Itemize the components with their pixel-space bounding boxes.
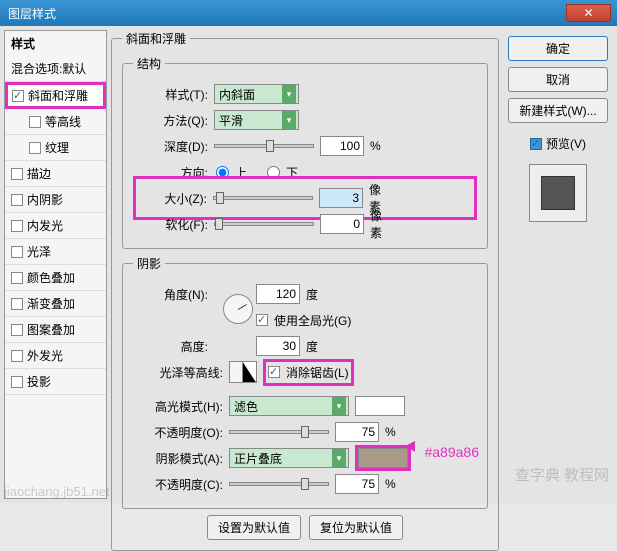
window-title: 图层样式 <box>8 5 56 22</box>
grad-overlay-row[interactable]: 渐变叠加 <box>5 291 106 317</box>
angle-unit: 度 <box>306 286 328 303</box>
bevel-emboss-row[interactable]: 斜面和浮雕 <box>5 82 106 109</box>
altitude-unit: 度 <box>306 338 328 355</box>
highlight-opacity-input[interactable] <box>335 422 379 442</box>
soften-input[interactable] <box>320 214 364 234</box>
inner-shadow-row[interactable]: 内阴影 <box>5 187 106 213</box>
satin-row[interactable]: 光泽 <box>5 239 106 265</box>
close-button[interactable]: ✕ <box>566 4 611 22</box>
altitude-input[interactable] <box>256 336 300 356</box>
right-buttons: 确定 取消 新建样式(W)... 预览(V) <box>503 30 613 499</box>
texture-row[interactable]: 纹理 <box>5 135 106 161</box>
highlight-opacity-label: 不透明度(O): <box>133 424 223 441</box>
soften-slider[interactable] <box>214 222 314 226</box>
gloss-contour-picker[interactable] <box>229 361 257 383</box>
shadow-opacity-input[interactable] <box>335 474 379 494</box>
styles-header: 样式 <box>5 31 106 56</box>
soften-unit: 像素 <box>370 207 392 241</box>
satin-check[interactable] <box>11 246 23 258</box>
preview-label: 预览(V) <box>546 135 586 152</box>
ok-button[interactable]: 确定 <box>508 36 608 61</box>
new-style-button[interactable]: 新建样式(W)... <box>508 98 608 123</box>
highlight-opacity-slider[interactable] <box>229 430 329 434</box>
styles-list: 样式 混合选项:默认 斜面和浮雕 等高线 纹理 描边 内阴影 内发光 光泽 颜色… <box>4 30 107 499</box>
bevel-group-title: 斜面和浮雕 <box>122 30 190 47</box>
pattern-overlay-check[interactable] <box>11 324 23 336</box>
bevel-check[interactable] <box>12 90 24 102</box>
angle-dial[interactable] <box>223 294 253 324</box>
highlight-mode-dropdown[interactable]: 滤色 <box>229 396 349 416</box>
outer-glow-check[interactable] <box>11 350 23 362</box>
drop-shadow-row[interactable]: 投影 <box>5 369 106 395</box>
stroke-check[interactable] <box>11 168 23 180</box>
bevel-group: 斜面和浮雕 结构 样式(T): 内斜面 方法(Q): 平滑 深度(D): % <box>111 30 499 551</box>
blend-options-row[interactable]: 混合选项:默认 <box>5 56 106 82</box>
shadow-color-swatch[interactable] <box>358 448 408 468</box>
highlight-color-swatch[interactable] <box>355 396 405 416</box>
style-dropdown[interactable]: 内斜面 <box>214 84 299 104</box>
depth-slider[interactable] <box>214 144 314 148</box>
depth-label: 深度(D): <box>133 138 208 155</box>
shadow-mode-dropdown[interactable]: 正片叠底 <box>229 448 349 468</box>
shading-group: 阴影 角度(N): 度 使用全局光(G) 高度: <box>122 255 488 509</box>
drop-shadow-check[interactable] <box>11 376 23 388</box>
antialias-highlight: 消除锯齿(L) <box>263 359 354 386</box>
shadow-opacity-label: 不透明度(C): <box>133 476 223 493</box>
inner-shadow-check[interactable] <box>11 194 23 206</box>
size-input[interactable] <box>319 188 363 208</box>
global-light-label: 使用全局光(G) <box>274 312 351 329</box>
altitude-label: 高度: <box>133 338 208 355</box>
inner-glow-row[interactable]: 内发光 <box>5 213 106 239</box>
preview-box <box>529 164 587 222</box>
grad-overlay-check[interactable] <box>11 298 23 310</box>
global-light-check[interactable] <box>256 314 268 326</box>
texture-check[interactable] <box>29 142 41 154</box>
hex-annotation: #a89a86 <box>424 444 479 460</box>
soften-label: 软化(F): <box>133 216 208 233</box>
size-label: 大小(Z): <box>138 190 207 207</box>
gloss-contour-label: 光泽等高线: <box>133 364 223 381</box>
antialias-check[interactable] <box>268 366 280 378</box>
angle-label: 角度(N): <box>133 286 208 303</box>
shadow-color-highlight <box>355 445 411 471</box>
structure-title: 结构 <box>133 55 165 72</box>
pattern-overlay-row[interactable]: 图案叠加 <box>5 317 106 343</box>
technique-label: 方法(Q): <box>133 112 208 129</box>
color-overlay-check[interactable] <box>11 272 23 284</box>
depth-input[interactable] <box>320 136 364 156</box>
inner-glow-check[interactable] <box>11 220 23 232</box>
reset-default-button[interactable]: 复位为默认值 <box>309 515 403 540</box>
technique-dropdown[interactable]: 平滑 <box>214 110 299 130</box>
antialias-label: 消除锯齿(L) <box>286 364 349 381</box>
preview-swatch <box>541 176 575 210</box>
size-slider[interactable] <box>213 196 313 200</box>
preview-check[interactable] <box>530 138 542 150</box>
stroke-row[interactable]: 描边 <box>5 161 106 187</box>
highlight-mode-label: 高光模式(H): <box>133 398 223 415</box>
arrow-icon: ◀ <box>404 437 415 454</box>
size-highlight: 大小(Z): 像素 <box>133 176 477 220</box>
shading-title: 阴影 <box>133 255 165 272</box>
contour-row[interactable]: 等高线 <box>5 109 106 135</box>
structure-group: 结构 样式(T): 内斜面 方法(Q): 平滑 深度(D): % 方向: <box>122 55 488 249</box>
shadow-mode-label: 阴影模式(A): <box>133 450 223 467</box>
color-overlay-row[interactable]: 颜色叠加 <box>5 265 106 291</box>
contour-check[interactable] <box>29 116 41 128</box>
style-label: 样式(T): <box>133 86 208 103</box>
make-default-button[interactable]: 设置为默认值 <box>207 515 301 540</box>
cancel-button[interactable]: 取消 <box>508 67 608 92</box>
outer-glow-row[interactable]: 外发光 <box>5 343 106 369</box>
shadow-opacity-slider[interactable] <box>229 482 329 486</box>
angle-input[interactable] <box>256 284 300 304</box>
percent-unit: % <box>370 139 392 153</box>
